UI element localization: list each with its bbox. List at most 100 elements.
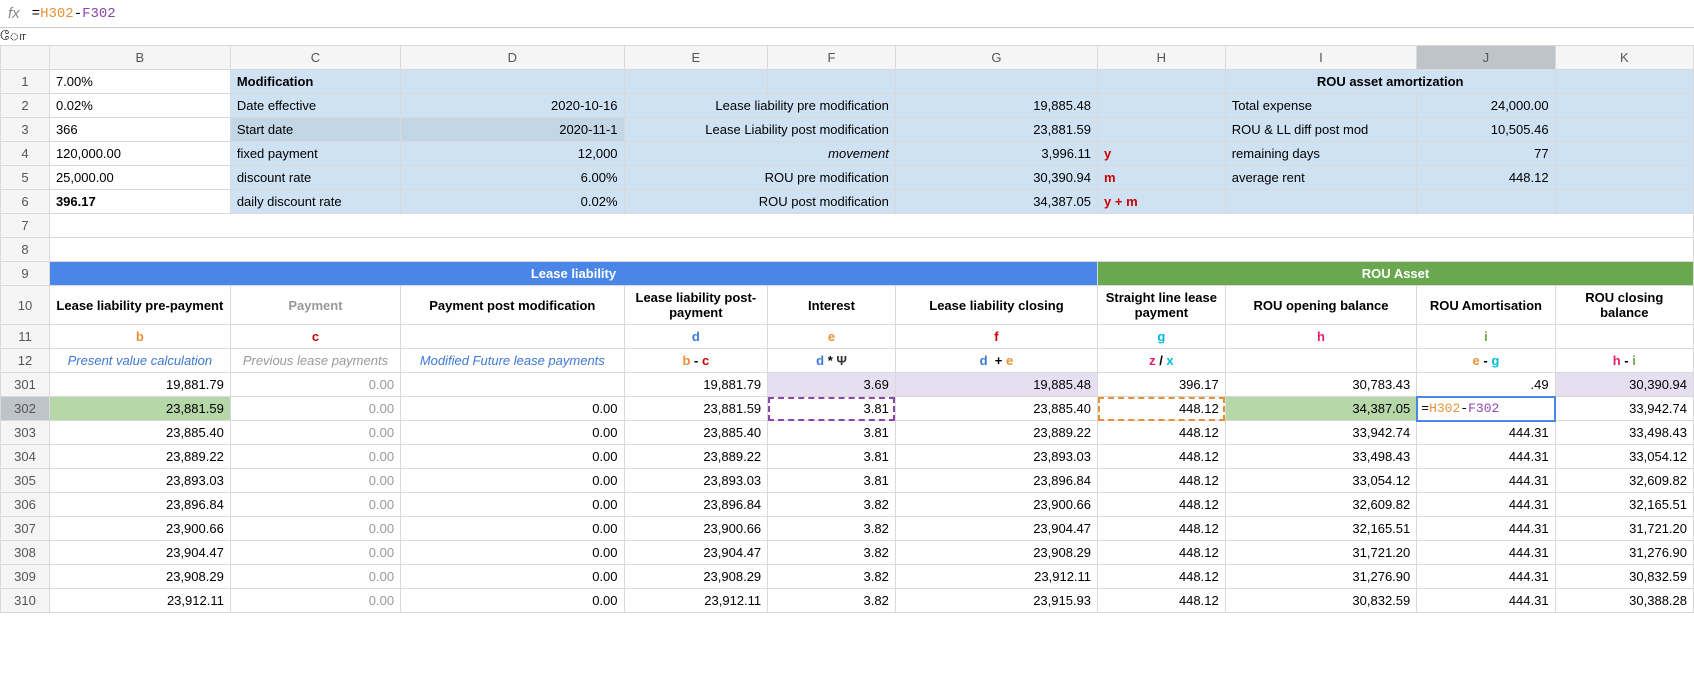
- cell-j309[interactable]: 444.31: [1417, 565, 1555, 589]
- cell[interactable]: [1225, 190, 1417, 214]
- cell[interactable]: daily discount rate: [230, 190, 400, 214]
- cell-h306[interactable]: 448.12: [1098, 493, 1226, 517]
- cell-c310[interactable]: 0.00: [230, 589, 400, 613]
- cell-g307[interactable]: 23,904.47: [895, 517, 1097, 541]
- cell-f302[interactable]: 3.81: [768, 397, 896, 421]
- cell[interactable]: [1555, 142, 1693, 166]
- cell-i307[interactable]: 32,165.51: [1225, 517, 1417, 541]
- cell[interactable]: 0.02%: [49, 94, 230, 118]
- cell-h303[interactable]: 448.12: [1098, 421, 1226, 445]
- cell-f308[interactable]: 3.82: [768, 541, 896, 565]
- cell-g306[interactable]: 23,900.66: [895, 493, 1097, 517]
- cell[interactable]: ROU asset amortization: [1225, 70, 1555, 94]
- cell[interactable]: [1555, 325, 1693, 349]
- cell-k308[interactable]: 31,276.90: [1555, 541, 1693, 565]
- col-H[interactable]: H: [1098, 46, 1226, 70]
- cell-f306[interactable]: 3.82: [768, 493, 896, 517]
- cell[interactable]: 0.02%: [401, 190, 624, 214]
- cell-d306[interactable]: 0.00: [401, 493, 624, 517]
- cell-c308[interactable]: 0.00: [230, 541, 400, 565]
- col-F[interactable]: F: [768, 46, 896, 70]
- cell-b304[interactable]: 23,889.22: [49, 445, 230, 469]
- cell[interactable]: ROU & LL diff post mod: [1225, 118, 1417, 142]
- cell[interactable]: 19,885.48: [895, 94, 1097, 118]
- cell-g301[interactable]: 19,885.48: [895, 373, 1097, 397]
- cell-c302[interactable]: 0.00: [230, 397, 400, 421]
- cell[interactable]: discount rate: [230, 166, 400, 190]
- cell[interactable]: [1417, 190, 1555, 214]
- cell[interactable]: [1555, 166, 1693, 190]
- cell-e307[interactable]: 23,900.66: [624, 517, 768, 541]
- cell-b309[interactable]: 23,908.29: [49, 565, 230, 589]
- cell-f310[interactable]: 3.82: [768, 589, 896, 613]
- cell[interactable]: Lease Liability post modification: [624, 118, 895, 142]
- cell-j307[interactable]: 444.31: [1417, 517, 1555, 541]
- cell-c306[interactable]: 0.00: [230, 493, 400, 517]
- cell-e303[interactable]: 23,885.40: [624, 421, 768, 445]
- cell[interactable]: [895, 70, 1097, 94]
- cell[interactable]: movement: [624, 142, 895, 166]
- cell-h302[interactable]: 448.12: [1098, 397, 1226, 421]
- row-303[interactable]: 303: [1, 421, 50, 445]
- cell-f304[interactable]: 3.81: [768, 445, 896, 469]
- cell-c301[interactable]: 0.00: [230, 373, 400, 397]
- cell-b308[interactable]: 23,904.47: [49, 541, 230, 565]
- cell[interactable]: Start date: [230, 118, 400, 142]
- cell-i306[interactable]: 32,609.82: [1225, 493, 1417, 517]
- cell-e301[interactable]: 19,881.79: [624, 373, 768, 397]
- cell-d304[interactable]: 0.00: [401, 445, 624, 469]
- cell-c309[interactable]: 0.00: [230, 565, 400, 589]
- col-I[interactable]: I: [1225, 46, 1417, 70]
- cell-i302[interactable]: 34,387.05: [1225, 397, 1417, 421]
- cell-k301[interactable]: 30,390.94: [1555, 373, 1693, 397]
- cell-e309[interactable]: 23,908.29: [624, 565, 768, 589]
- col-C[interactable]: C: [230, 46, 400, 70]
- cell[interactable]: 24,000.00: [1417, 94, 1555, 118]
- cell-k304[interactable]: 33,054.12: [1555, 445, 1693, 469]
- cell-k302[interactable]: 33,942.74: [1555, 397, 1693, 421]
- cell[interactable]: average rent: [1225, 166, 1417, 190]
- cell[interactable]: 396.17: [49, 190, 230, 214]
- cell[interactable]: Date effective: [230, 94, 400, 118]
- cell-j306[interactable]: 444.31: [1417, 493, 1555, 517]
- cell-k306[interactable]: 32,165.51: [1555, 493, 1693, 517]
- select-all-corner[interactable]: [1, 46, 50, 70]
- cell-k303[interactable]: 33,498.43: [1555, 421, 1693, 445]
- cell-g305[interactable]: 23,896.84: [895, 469, 1097, 493]
- cell[interactable]: Modification: [230, 70, 400, 94]
- cell-f303[interactable]: 3.81: [768, 421, 896, 445]
- cell-b301[interactable]: 19,881.79: [49, 373, 230, 397]
- cell-h307[interactable]: 448.12: [1098, 517, 1226, 541]
- cell-j304[interactable]: 444.31: [1417, 445, 1555, 469]
- cell-f309[interactable]: 3.82: [768, 565, 896, 589]
- cell-g302[interactable]: 23,885.40: [895, 397, 1097, 421]
- cell-j301[interactable]: .49: [1417, 373, 1555, 397]
- cell-i303[interactable]: 33,942.74: [1225, 421, 1417, 445]
- cell[interactable]: [401, 325, 624, 349]
- cell-c307[interactable]: 0.00: [230, 517, 400, 541]
- cell[interactable]: 10,505.46: [1417, 118, 1555, 142]
- row-308[interactable]: 308: [1, 541, 50, 565]
- cell-j305[interactable]: 444.31: [1417, 469, 1555, 493]
- row-310[interactable]: 310: [1, 589, 50, 613]
- row-309[interactable]: 309: [1, 565, 50, 589]
- cell[interactable]: [1225, 349, 1417, 373]
- row-7[interactable]: 7: [1, 214, 50, 238]
- cell-i309[interactable]: 31,276.90: [1225, 565, 1417, 589]
- cell-e306[interactable]: 23,896.84: [624, 493, 768, 517]
- row-1[interactable]: 1: [1, 70, 50, 94]
- cell[interactable]: 34,387.05: [895, 190, 1097, 214]
- cell[interactable]: 120,000.00: [49, 142, 230, 166]
- cell-c305[interactable]: 0.00: [230, 469, 400, 493]
- cell[interactable]: ROU post modification: [624, 190, 895, 214]
- col-G[interactable]: G: [895, 46, 1097, 70]
- cell-f301[interactable]: 3.69: [768, 373, 896, 397]
- cell-i301[interactable]: 30,783.43: [1225, 373, 1417, 397]
- cell[interactable]: [768, 70, 896, 94]
- cell[interactable]: [49, 214, 1693, 238]
- row-307[interactable]: 307: [1, 517, 50, 541]
- cell-h305[interactable]: 448.12: [1098, 469, 1226, 493]
- cell-e302[interactable]: 23,881.59: [624, 397, 768, 421]
- cell[interactable]: 366: [49, 118, 230, 142]
- cell[interactable]: Lease liability pre modification: [624, 94, 895, 118]
